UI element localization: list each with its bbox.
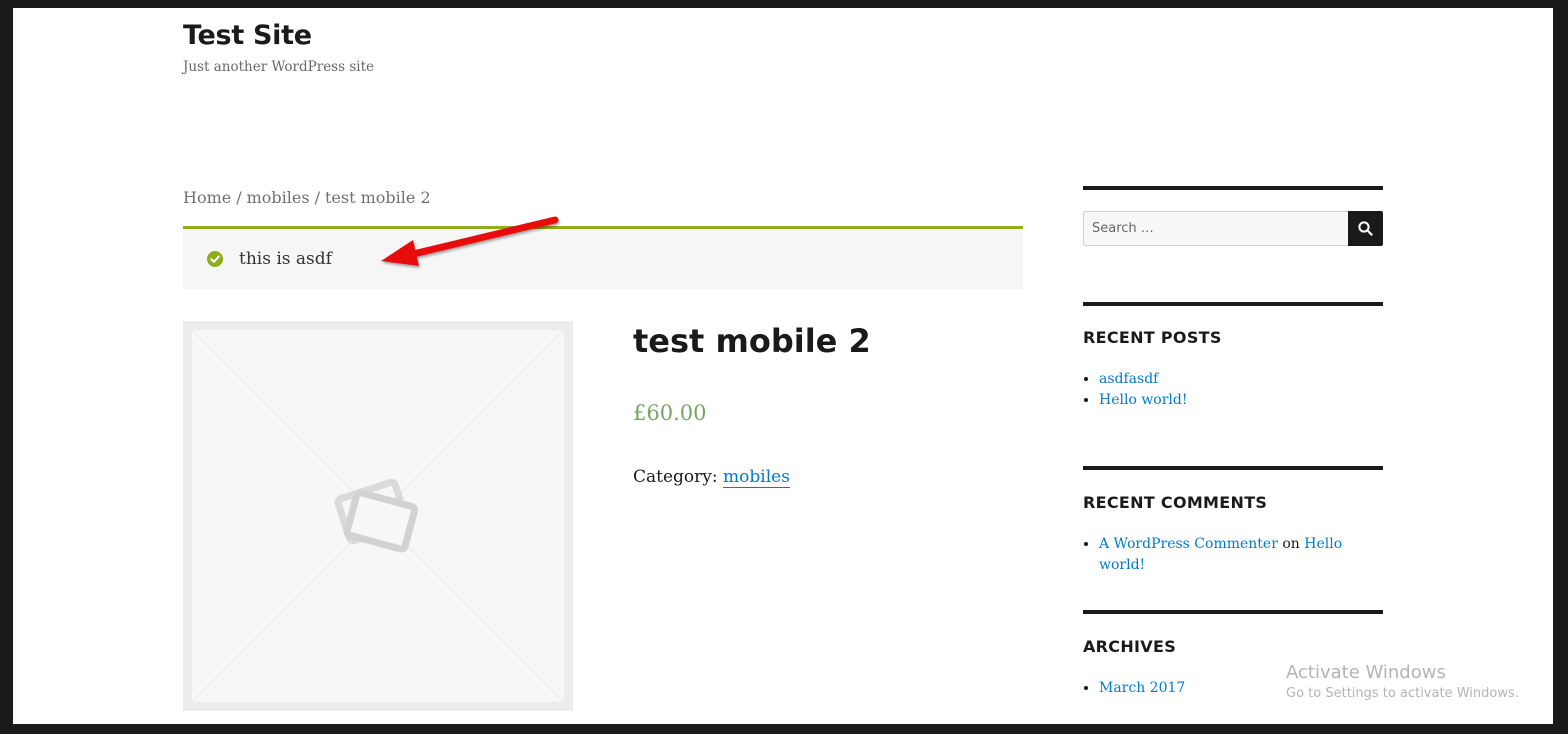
recent-posts-list: asdfasdf Hello world! bbox=[1083, 369, 1188, 411]
comment-connector: on bbox=[1282, 536, 1300, 552]
breadcrumb-separator: / bbox=[236, 188, 242, 207]
search-button[interactable] bbox=[1348, 211, 1383, 246]
list-item: March 2017 bbox=[1099, 678, 1185, 699]
widget-divider bbox=[1083, 302, 1383, 306]
site-description: Just another WordPress site bbox=[183, 59, 374, 75]
success-notice: this is asdf bbox=[183, 226, 1023, 289]
widget-divider bbox=[1083, 186, 1383, 190]
recent-post-link[interactable]: Hello world! bbox=[1099, 392, 1188, 408]
product-price: £60.00 bbox=[633, 401, 707, 425]
image-placeholder-icon bbox=[192, 330, 564, 702]
search-form bbox=[1083, 211, 1383, 246]
product-image[interactable] bbox=[183, 321, 573, 711]
product-image-placeholder bbox=[192, 330, 564, 702]
watermark-title: Activate Windows bbox=[1286, 662, 1446, 683]
search-input[interactable] bbox=[1083, 211, 1349, 246]
widget-divider bbox=[1083, 610, 1383, 614]
recent-comments-list: A WordPress Commenter on Hello world! bbox=[1083, 534, 1383, 576]
breadcrumb-category[interactable]: mobiles bbox=[247, 188, 310, 207]
list-item: Hello world! bbox=[1099, 390, 1188, 411]
recent-comments-title: RECENT COMMENTS bbox=[1083, 493, 1268, 512]
check-circle-icon bbox=[207, 251, 223, 267]
widget-divider bbox=[1083, 466, 1383, 470]
product-category: Category: mobiles bbox=[633, 467, 790, 488]
comment-author-link[interactable]: A WordPress Commenter bbox=[1099, 536, 1278, 552]
breadcrumb: Home / mobiles / test mobile 2 bbox=[183, 188, 431, 207]
category-link[interactable]: mobiles bbox=[723, 467, 790, 488]
breadcrumb-home[interactable]: Home bbox=[183, 188, 231, 207]
recent-posts-title: RECENT POSTS bbox=[1083, 328, 1222, 347]
list-item: asdfasdf bbox=[1099, 369, 1188, 390]
search-icon bbox=[1358, 221, 1373, 236]
category-label: Category: bbox=[633, 467, 718, 487]
product-title: test mobile 2 bbox=[633, 322, 871, 360]
list-item: A WordPress Commenter on Hello world! bbox=[1099, 534, 1383, 576]
recent-post-link[interactable]: asdfasdf bbox=[1099, 371, 1158, 387]
breadcrumb-separator: / bbox=[314, 188, 320, 207]
watermark-subtitle: Go to Settings to activate Windows. bbox=[1286, 686, 1519, 701]
breadcrumb-current: test mobile 2 bbox=[324, 188, 431, 207]
archives-title: ARCHIVES bbox=[1083, 637, 1177, 656]
archives-list: March 2017 bbox=[1083, 678, 1185, 699]
page: Test Site Just another WordPress site Ho… bbox=[13, 8, 1553, 724]
archive-link[interactable]: March 2017 bbox=[1099, 680, 1185, 696]
annotation-arrow bbox=[381, 216, 559, 266]
activation-watermark: Activate Windows Go to Settings to activ… bbox=[1286, 662, 1519, 701]
notice-message: this is asdf bbox=[239, 249, 332, 269]
site-title[interactable]: Test Site bbox=[183, 20, 312, 51]
